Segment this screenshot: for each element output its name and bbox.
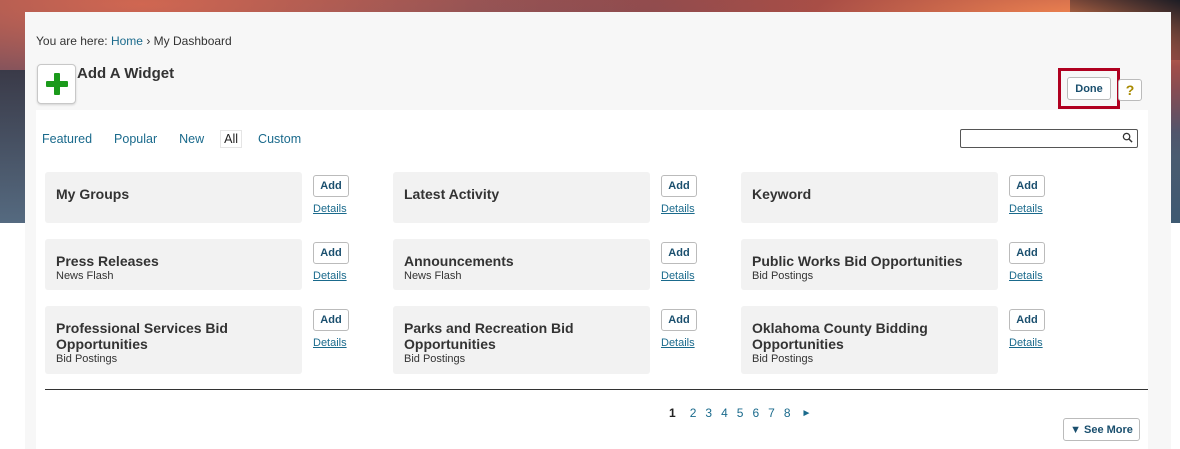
widget-title: Professional Services Bid Opportunities xyxy=(56,320,228,352)
tab-new[interactable]: New xyxy=(179,130,204,148)
help-icon: ? xyxy=(1125,82,1135,98)
tab-custom[interactable]: Custom xyxy=(258,130,301,148)
next-page-icon[interactable]: ► xyxy=(802,408,812,419)
page-link[interactable]: 4 xyxy=(721,406,728,420)
page-link[interactable]: 7 xyxy=(768,406,775,420)
widget-card: Professional Services Bid Opportunities … xyxy=(45,306,302,374)
details-link[interactable]: Details xyxy=(1009,337,1043,349)
widget-card: Parks and Recreation Bid Opportunities B… xyxy=(393,306,650,374)
add-button[interactable]: Add xyxy=(313,309,349,331)
breadcrumb-separator: › xyxy=(146,34,151,48)
help-button[interactable]: ? xyxy=(1118,79,1142,101)
add-widget-button[interactable] xyxy=(37,64,76,104)
page-link[interactable]: 2 xyxy=(690,406,697,420)
widget-title: Latest Activity xyxy=(404,186,500,202)
see-more-button[interactable]: ▼ See More xyxy=(1063,418,1140,441)
search-input[interactable] xyxy=(960,129,1138,148)
dashboard-panel: You are here: Home › My Dashboard Add A … xyxy=(25,12,1171,449)
add-button[interactable]: Add xyxy=(1009,242,1045,264)
widget-title: Parks and Recreation Bid Opportunities xyxy=(404,320,574,352)
plus-icon xyxy=(45,73,68,95)
details-link[interactable]: Details xyxy=(661,203,695,215)
widget-card: My Groups xyxy=(45,172,302,223)
widget-browser: Featured Popular New All Custom My Group… xyxy=(36,110,1148,449)
widget-title: Keyword xyxy=(752,186,812,202)
widget-subtitle: News Flash xyxy=(404,270,462,282)
page-link[interactable]: 8 xyxy=(784,406,791,420)
details-link[interactable]: Details xyxy=(313,270,347,282)
widget-subtitle: News Flash xyxy=(56,270,114,282)
add-button[interactable]: Add xyxy=(313,242,349,264)
search-icon[interactable] xyxy=(1122,132,1133,143)
widget-subtitle: Bid Postings xyxy=(56,353,118,365)
breadcrumb: You are here: Home › My Dashboard xyxy=(36,34,232,48)
details-link[interactable]: Details xyxy=(661,270,695,282)
widget-subtitle: Bid Postings xyxy=(752,353,814,365)
tab-popular[interactable]: Popular xyxy=(114,130,157,148)
widget-title: Public Works Bid Opportunities xyxy=(752,253,963,269)
done-button[interactable]: Done xyxy=(1067,77,1111,100)
page-current: 1 xyxy=(669,406,676,420)
widget-title: Press Releases xyxy=(56,253,159,269)
widget-title: My Groups xyxy=(56,186,130,202)
done-highlight-box: Done xyxy=(1058,68,1120,109)
breadcrumb-current: My Dashboard xyxy=(153,34,232,48)
details-link[interactable]: Details xyxy=(313,337,347,349)
widget-card: Public Works Bid Opportunities Bid Posti… xyxy=(741,239,998,290)
widget-card: Press Releases News Flash xyxy=(45,239,302,290)
breadcrumb-prefix: You are here: xyxy=(36,34,108,48)
category-tabs: Featured Popular New All Custom xyxy=(42,130,323,148)
page-link[interactable]: 5 xyxy=(737,406,744,420)
add-button[interactable]: Add xyxy=(661,309,697,331)
page-link[interactable]: 3 xyxy=(705,406,712,420)
add-button[interactable]: Add xyxy=(1009,175,1045,197)
widget-card: Oklahoma County Bidding Opportunities Bi… xyxy=(741,306,998,374)
tab-featured[interactable]: Featured xyxy=(42,130,92,148)
add-button[interactable]: Add xyxy=(313,175,349,197)
widget-subtitle: Bid Postings xyxy=(752,270,814,282)
details-link[interactable]: Details xyxy=(313,203,347,215)
add-button[interactable]: Add xyxy=(661,175,697,197)
tab-all[interactable]: All xyxy=(220,130,243,148)
widget-card: Latest Activity xyxy=(393,172,650,223)
widget-title: Oklahoma County Bidding Opportunities xyxy=(752,320,928,352)
breadcrumb-home-link[interactable]: Home xyxy=(111,34,143,48)
details-link[interactable]: Details xyxy=(1009,203,1043,215)
widget-card: Announcements News Flash xyxy=(393,239,650,290)
add-button[interactable]: Add xyxy=(1009,309,1045,331)
page-title: Add A Widget xyxy=(77,65,175,82)
widget-subtitle: Bid Postings xyxy=(404,353,466,365)
details-link[interactable]: Details xyxy=(661,337,695,349)
widget-title: Announcements xyxy=(404,253,514,269)
add-button[interactable]: Add xyxy=(661,242,697,264)
page-link[interactable]: 6 xyxy=(752,406,759,420)
pagination: 1 2 3 4 5 6 7 8 ► xyxy=(669,406,811,420)
widget-card: Keyword xyxy=(741,172,998,223)
details-link[interactable]: Details xyxy=(1009,270,1043,282)
divider xyxy=(45,389,1148,390)
